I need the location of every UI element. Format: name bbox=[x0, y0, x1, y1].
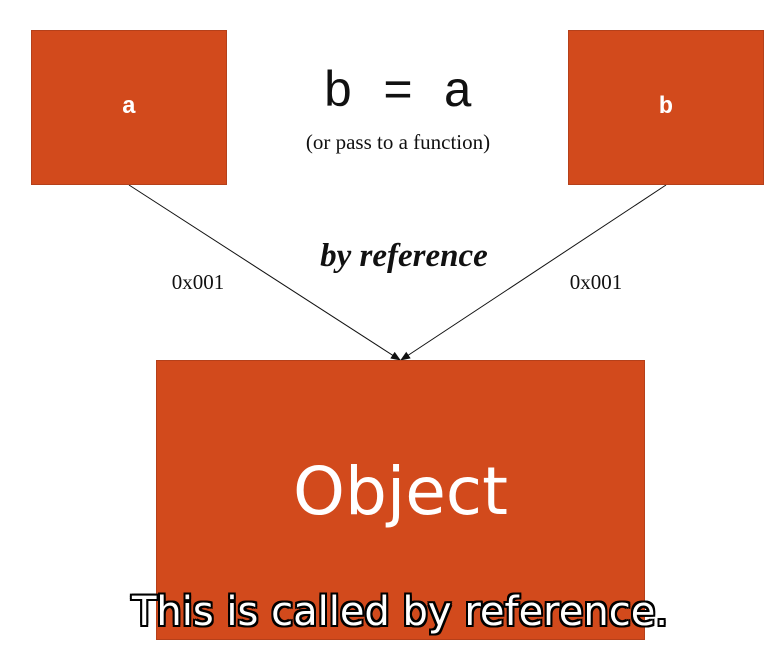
variable-b-label: b bbox=[658, 94, 674, 121]
variable-a-label: a bbox=[121, 94, 137, 121]
object-label: Object bbox=[293, 452, 508, 530]
variable-b-box: b bbox=[568, 30, 764, 185]
by-reference-label: by reference bbox=[320, 238, 488, 274]
assignment-expression: b = a bbox=[322, 65, 474, 122]
address-right-label: 0x001 bbox=[569, 270, 623, 294]
subtitle-caption: This is called by reference. bbox=[131, 589, 669, 635]
address-left-label: 0x001 bbox=[171, 270, 225, 294]
assignment-note: (or pass to a function) bbox=[305, 130, 491, 154]
variable-a-box: a bbox=[31, 30, 227, 185]
